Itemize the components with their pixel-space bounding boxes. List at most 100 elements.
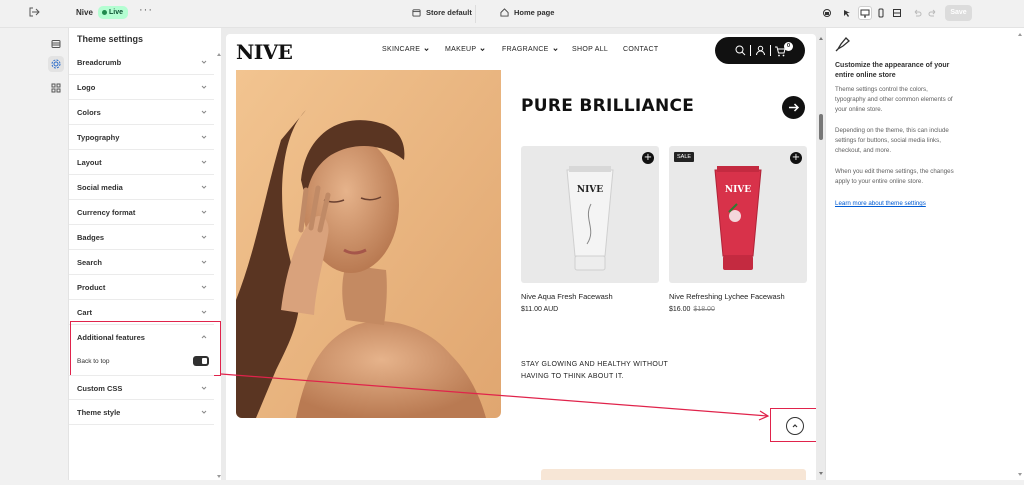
- setting-label: Logo: [77, 83, 96, 92]
- setting-label: Custom CSS: [77, 384, 123, 393]
- sections-icon[interactable]: [48, 36, 64, 52]
- divider: [475, 5, 476, 23]
- setting-theme-style[interactable]: Theme style: [69, 400, 214, 425]
- theme-icon: [412, 9, 421, 17]
- info-title: Customize the appearance of your entire …: [835, 62, 950, 79]
- chevron-down-icon: [201, 135, 207, 139]
- mobile-view-icon[interactable]: [874, 6, 888, 20]
- sale-badge: SALE: [674, 152, 695, 162]
- theme-settings-panel: Theme settings Breadcrumb Logo Colors Ty…: [68, 28, 221, 480]
- setting-typography[interactable]: Typography: [69, 125, 214, 150]
- sidebar-rail: [0, 28, 68, 480]
- account-icon[interactable]: [755, 45, 766, 56]
- chevron-down-icon: [480, 48, 485, 52]
- paintbrush-icon: [835, 37, 850, 52]
- setting-label: Cart: [77, 308, 93, 317]
- add-to-cart-icon[interactable]: +: [790, 152, 802, 164]
- setting-label: Social media: [77, 183, 123, 192]
- fullscreen-icon[interactable]: [890, 6, 904, 20]
- desktop-view-icon[interactable]: [858, 6, 872, 20]
- chevron-down-icon: [201, 185, 207, 189]
- status-badge: Live: [98, 6, 129, 19]
- chevron-down-icon: [201, 235, 207, 239]
- store-logo[interactable]: NIVE: [236, 40, 293, 64]
- compare-price: $18.00: [693, 306, 715, 313]
- header-actions: 0: [715, 37, 805, 64]
- setting-layout[interactable]: Layout: [69, 150, 214, 175]
- live-dot-icon: [102, 10, 107, 15]
- chevron-down-icon: [201, 85, 207, 89]
- highlight-box: [70, 321, 221, 376]
- product-image: NIVE: [714, 166, 762, 270]
- nav-makeup[interactable]: MAKEUP: [445, 46, 486, 53]
- learn-more-link[interactable]: Learn more about theme settings: [835, 200, 926, 207]
- nav-shop-all[interactable]: SHOP ALL: [572, 46, 608, 53]
- undo-icon[interactable]: [910, 6, 924, 20]
- theme-selector[interactable]: Store default: [412, 8, 472, 17]
- setting-search[interactable]: Search: [69, 250, 214, 275]
- chevron-down-icon: [201, 410, 207, 414]
- theme-selector-label: Store default: [426, 8, 472, 17]
- setting-label: Product: [77, 283, 106, 292]
- top-bar: Nive Live ··· Store default Home page Sa…: [0, 0, 1024, 28]
- store-name: Nive: [76, 8, 93, 17]
- setting-product[interactable]: Product: [69, 275, 214, 300]
- add-to-cart-icon[interactable]: +: [642, 152, 654, 164]
- divider: [770, 45, 771, 56]
- theme-settings-icon[interactable]: [48, 56, 64, 72]
- redo-icon[interactable]: [926, 6, 940, 20]
- chevron-down-icon: [201, 310, 207, 314]
- preview-scrollbar[interactable]: [817, 28, 825, 480]
- setting-colors[interactable]: Colors: [69, 100, 214, 125]
- next-section-banner: [541, 469, 806, 480]
- nav-label: FRAGRANCE: [502, 46, 549, 53]
- chevron-down-icon: [201, 60, 207, 64]
- chevron-down-icon: [201, 160, 207, 164]
- product-name[interactable]: Nive Refreshing Lychee Facewash: [669, 292, 785, 301]
- product-name[interactable]: Nive Aqua Fresh Facewash: [521, 292, 613, 301]
- price: $11.00 AUD: [521, 306, 559, 313]
- setting-custom-css[interactable]: Custom CSS: [69, 375, 214, 400]
- product-card[interactable]: SALE NIVE +: [669, 146, 807, 283]
- page-selector-label: Home page: [514, 8, 555, 17]
- nav-label: MAKEUP: [445, 46, 477, 53]
- more-actions-button[interactable]: ···: [139, 4, 153, 16]
- search-icon[interactable]: [735, 45, 746, 56]
- exit-icon[interactable]: [28, 6, 42, 20]
- info-panel: Customize the appearance of your entire …: [825, 28, 1024, 480]
- chevron-down-icon: [424, 48, 429, 52]
- info-paragraph: When you edit theme settings, the change…: [835, 168, 954, 185]
- save-button[interactable]: Save: [945, 5, 972, 21]
- setting-badges[interactable]: Badges: [69, 225, 214, 250]
- section-heading: PURE BRILLIANCE: [521, 96, 695, 116]
- setting-social-media[interactable]: Social media: [69, 175, 214, 200]
- setting-label: Colors: [77, 108, 101, 117]
- setting-label: Layout: [77, 158, 102, 167]
- divider: [750, 45, 751, 56]
- apps-icon[interactable]: [48, 80, 64, 96]
- page-selector[interactable]: Home page: [500, 8, 554, 17]
- product-card[interactable]: NIVE +: [521, 146, 659, 283]
- chevron-down-icon: [553, 48, 558, 52]
- nav-fragrance[interactable]: FRAGRANCE: [502, 46, 559, 53]
- nav-label: CONTACT: [623, 46, 659, 53]
- tagline: STAY GLOWING AND HEALTHY WITHOUT HAVING …: [521, 361, 668, 380]
- cart-count: 0: [784, 42, 793, 51]
- chevron-down-icon: [201, 285, 207, 289]
- info-scrollbar[interactable]: [1016, 28, 1024, 480]
- setting-label: Currency format: [77, 208, 136, 217]
- setting-breadcrumb[interactable]: Breadcrumb: [69, 50, 214, 75]
- status-label: Live: [109, 9, 124, 16]
- setting-label: Search: [77, 258, 103, 267]
- store-preview: NIVE SKINCARE MAKEUP FRAGRANCE SHOP ALL …: [226, 34, 816, 480]
- inspector-icon[interactable]: [820, 6, 834, 20]
- info-paragraph: Depending on the theme, this can include…: [835, 127, 949, 154]
- select-element-icon[interactable]: [840, 6, 854, 20]
- setting-currency-format[interactable]: Currency format: [69, 200, 214, 225]
- tube-brand: NIVE: [725, 185, 751, 195]
- info-paragraph: Theme settings control the colors, typog…: [835, 86, 953, 113]
- next-arrow-button[interactable]: [782, 96, 805, 119]
- nav-skincare[interactable]: SKINCARE: [382, 46, 430, 53]
- setting-logo[interactable]: Logo: [69, 75, 214, 100]
- nav-contact[interactable]: CONTACT: [623, 46, 658, 53]
